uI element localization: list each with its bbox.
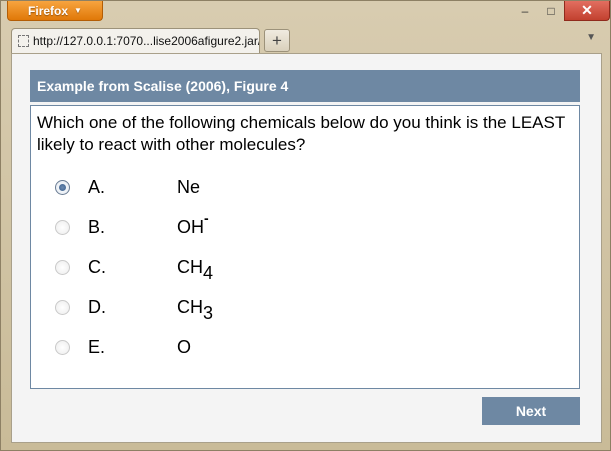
formula-base: Ne <box>177 176 201 197</box>
quiz-title: Example from Scalise (2006), Figure 4 <box>37 78 289 94</box>
next-button[interactable]: Next <box>482 397 580 425</box>
minimize-icon[interactable]: – <box>512 1 538 21</box>
option-letter: B. <box>88 216 106 237</box>
maximize-icon[interactable]: □ <box>538 1 564 21</box>
answer-option[interactable]: E. O <box>55 333 355 361</box>
new-tab-button[interactable]: + <box>264 29 290 52</box>
option-formula: CH4 <box>177 256 213 282</box>
tab-list-icon[interactable]: ▼ <box>586 32 596 43</box>
quiz-title-bar: Example from Scalise (2006), Figure 4 <box>30 70 580 102</box>
radio-button[interactable] <box>55 339 70 355</box>
page-icon <box>18 35 29 47</box>
formula-base: O <box>177 336 192 357</box>
answer-option[interactable]: B. OH- <box>55 211 355 241</box>
option-letter: C. <box>88 256 106 277</box>
formula-base: CH <box>177 256 203 277</box>
option-letter: D. <box>88 296 106 317</box>
firefox-menu-button[interactable]: Firefox ▼ <box>7 1 103 21</box>
option-letter: A. <box>88 176 106 197</box>
formula-superscript: - <box>204 209 209 226</box>
radio-button[interactable] <box>55 219 70 235</box>
page-content: Example from Scalise (2006), Figure 4 Wh… <box>11 53 602 443</box>
question-panel: Which one of the following chemicals bel… <box>30 105 580 389</box>
firefox-menu-label: Firefox <box>28 3 69 18</box>
formula-base: OH <box>177 216 204 237</box>
browser-window: Firefox ▼ – □ ✕ http://127.0.0.1:7070...… <box>0 0 611 451</box>
option-formula: CH3 <box>177 296 213 322</box>
answer-option[interactable]: D. CH3 <box>55 293 355 322</box>
option-formula: O <box>177 337 191 358</box>
formula-subscript: 3 <box>203 302 214 323</box>
radio-button[interactable] <box>55 179 70 195</box>
radio-button[interactable] <box>55 259 70 275</box>
radio-button[interactable] <box>55 299 70 315</box>
option-formula: OH- <box>177 211 209 238</box>
window-controls: – □ ✕ <box>512 1 610 21</box>
formula-base: CH <box>177 296 203 317</box>
answer-option[interactable]: A. Ne <box>55 173 355 201</box>
plus-icon: + <box>272 30 282 50</box>
close-icon[interactable]: ✕ <box>564 1 610 21</box>
question-text: Which one of the following chemicals bel… <box>37 113 565 154</box>
option-letter: E. <box>88 336 106 357</box>
answer-option[interactable]: C. CH4 <box>55 253 355 282</box>
browser-tab[interactable]: http://127.0.0.1:7070...lise2006afigure2… <box>11 28 260 53</box>
tab-title: http://127.0.0.1:7070...lise2006afigure2… <box>33 34 260 48</box>
chevron-down-icon: ▼ <box>74 6 82 15</box>
formula-subscript: 4 <box>203 262 214 283</box>
option-formula: Ne <box>177 177 200 198</box>
